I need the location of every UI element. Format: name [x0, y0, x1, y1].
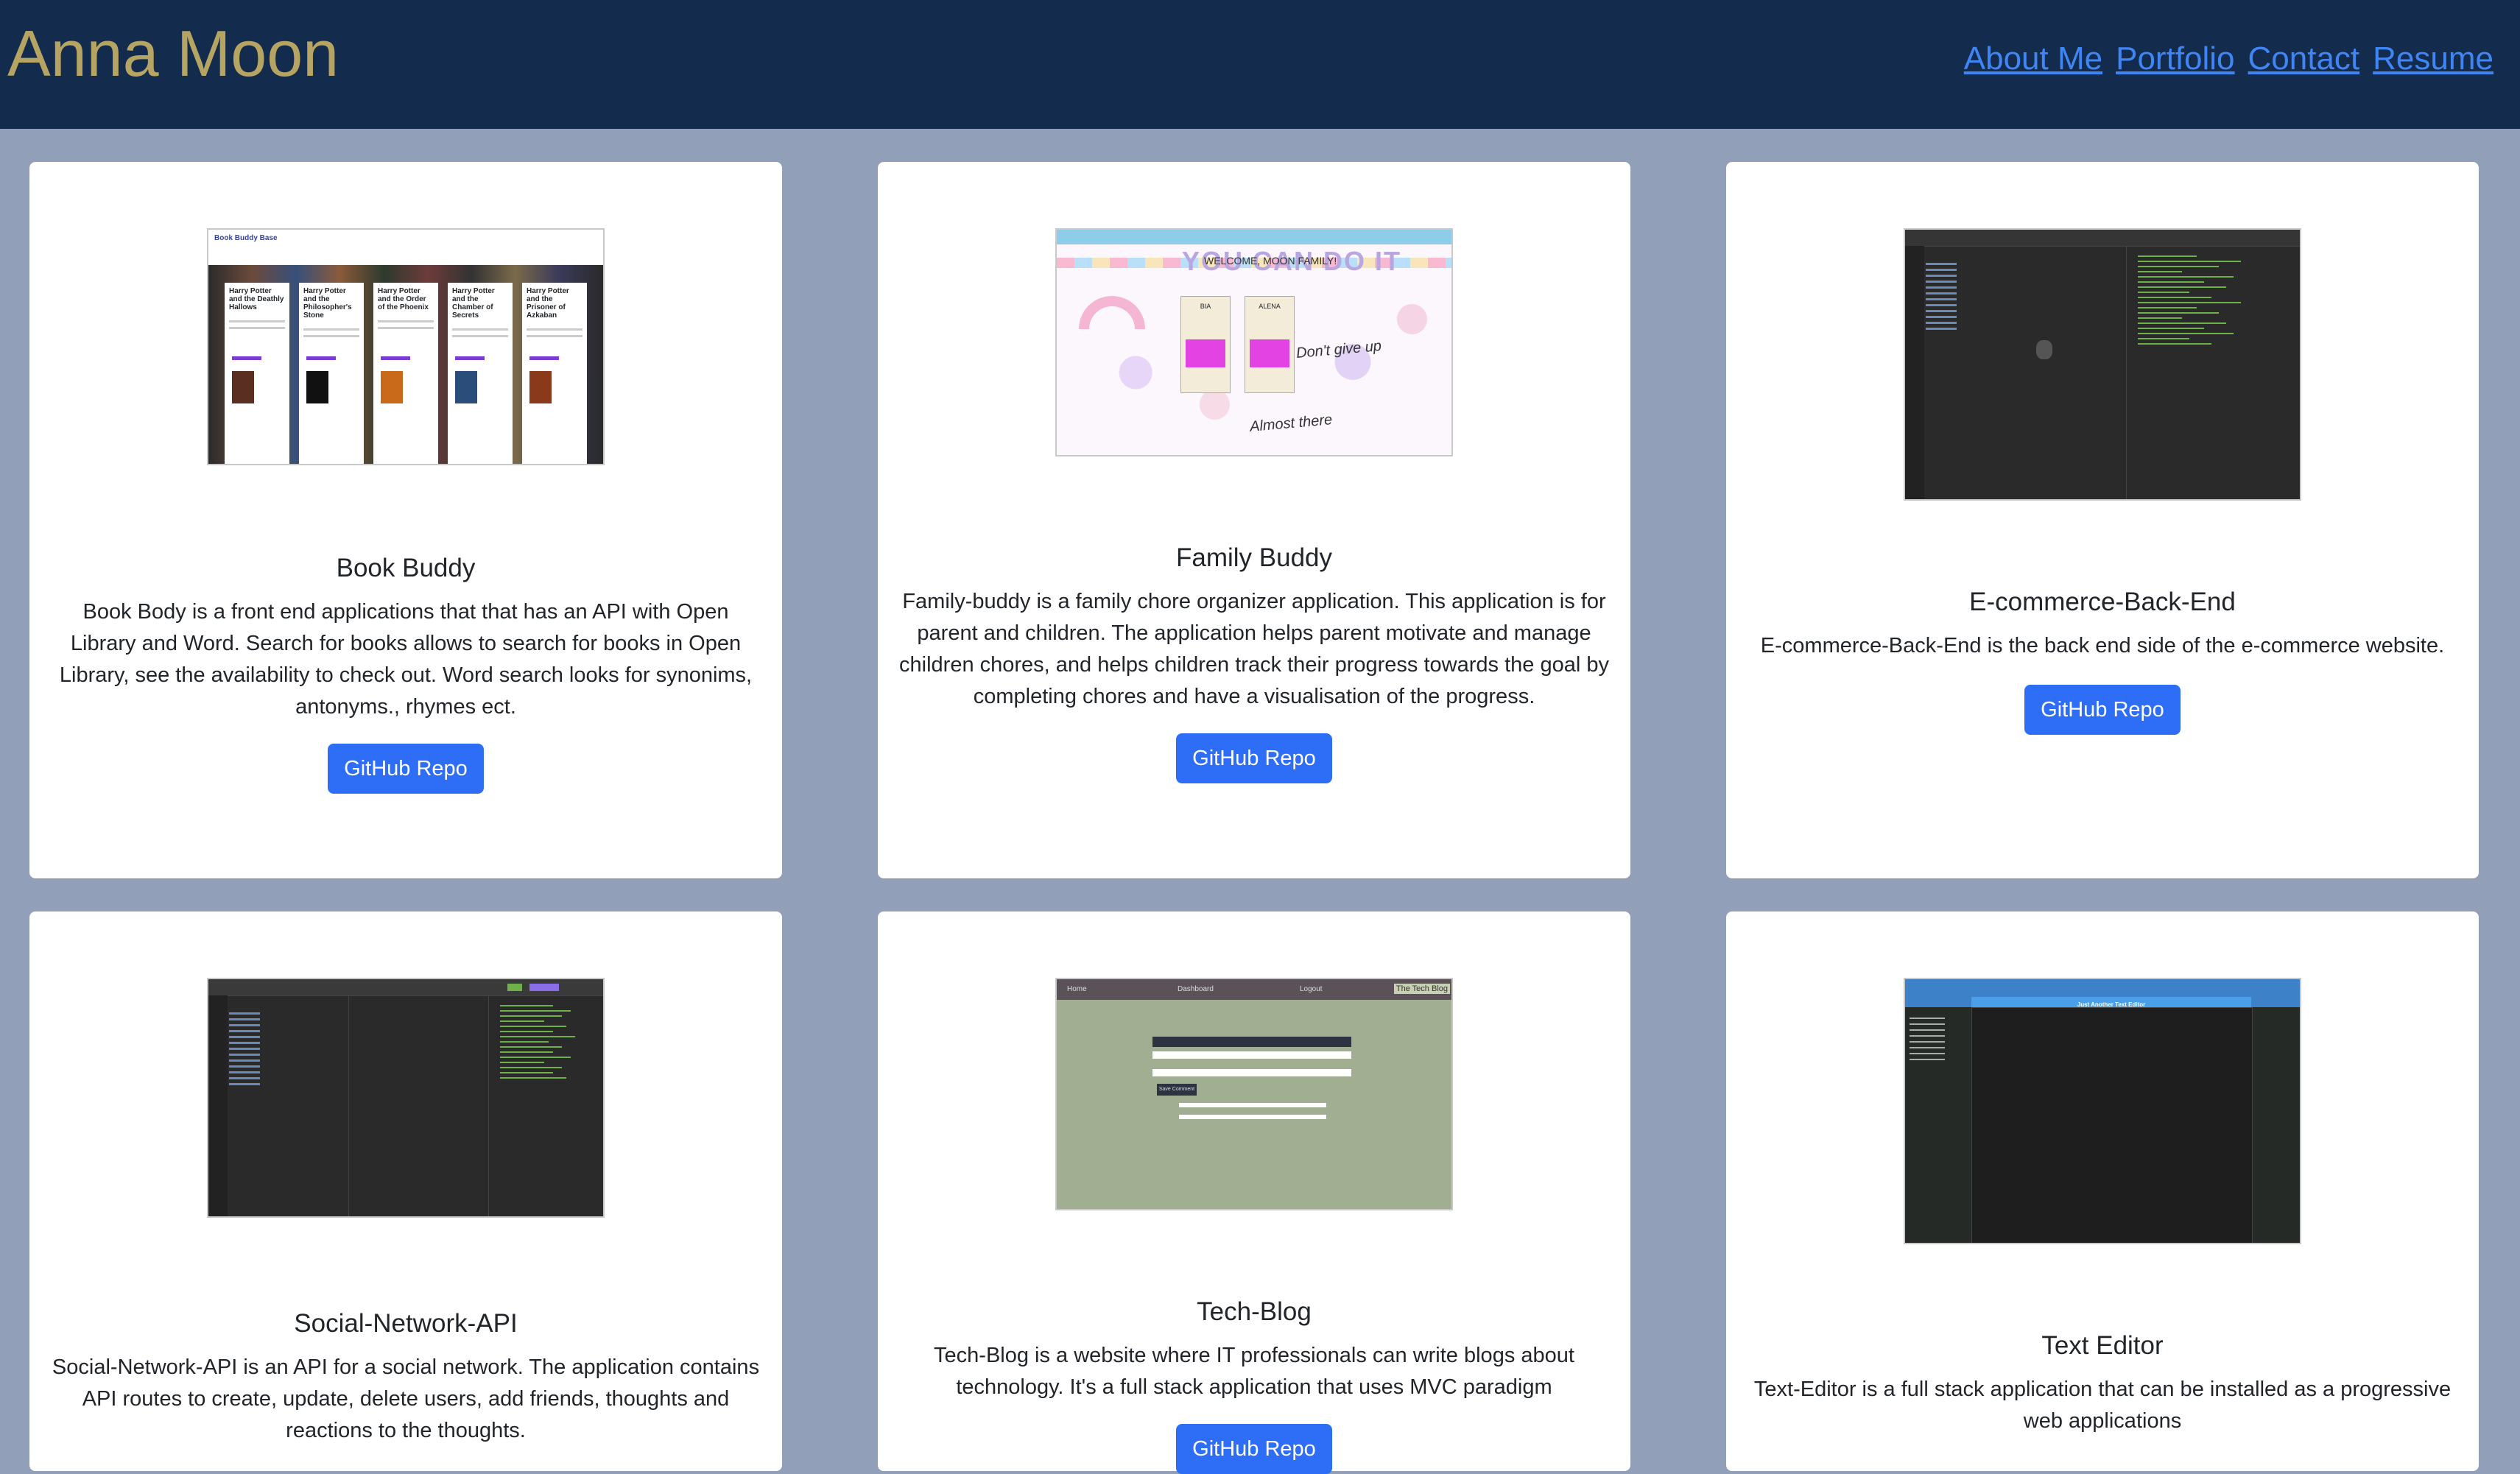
github-repo-button[interactable]: GitHub Repo: [328, 744, 484, 794]
project-title: Book Buddy: [336, 554, 476, 582]
thumb-bookshelf-background: Harry Potter and the Deathly Hallows Har…: [208, 265, 603, 464]
thumb-file-tree: [229, 1009, 273, 1089]
project-title: Social-Network-API: [294, 1309, 518, 1338]
nav-contact[interactable]: Contact: [2248, 35, 2360, 82]
thumb-phrase: Don't give up: [1295, 337, 1382, 362]
nav-resume[interactable]: Resume: [2373, 35, 2493, 82]
thumb-code-pane: [2138, 252, 2285, 348]
thumb-nav-home: Home: [1067, 985, 1087, 993]
thumb-top-bar: [1057, 230, 1451, 244]
thumb-nav-bar: Home Dashboard Logout The Tech Blog: [1057, 979, 1451, 1000]
thumb-book-card: Harry Potter and the Prisoner of Azkaban: [522, 283, 587, 464]
nav-portfolio[interactable]: Portfolio: [2116, 35, 2234, 82]
project-title: Text Editor: [2041, 1331, 2164, 1360]
thumb-editor-sidebar: [208, 995, 228, 1216]
site-header: Anna Moon About Me Portfolio Contact Res…: [0, 0, 2520, 129]
project-description: E-commerce-Back-End is the back end side…: [1760, 634, 2445, 657]
thumb-page-body: Save Comment: [1057, 1000, 1451, 1209]
nav-about-me[interactable]: About Me: [1964, 35, 2102, 82]
thumb-comment-form: Save Comment: [1152, 1037, 1351, 1126]
thumb-pane-divider: [488, 995, 489, 1216]
thumb-child-card: ALENA: [1245, 296, 1295, 393]
thumb-editor-pane: [1971, 1007, 2253, 1243]
thumb-book-card: Harry Potter and the Order of the Phoeni…: [373, 283, 438, 464]
github-repo-button[interactable]: GitHub Repo: [1176, 1424, 1332, 1474]
project-card-tech-blog: Home Dashboard Logout The Tech Blog Save…: [878, 911, 1630, 1474]
thumb-book-card: Harry Potter and the Deathly Hallows: [225, 283, 289, 464]
project-card-family-buddy: YOU CAN DO IT WELCOME, MOON FAMILY! BIA …: [878, 162, 1630, 878]
thumb-save-button: Save Comment: [1157, 1084, 1197, 1096]
thumb-child-card: BIA: [1180, 296, 1231, 393]
thumb-file-tree: [1926, 259, 1970, 334]
thumb-pane-divider: [2126, 246, 2127, 499]
project-card-social-network-api: Social-Network-API Social-Network-API is…: [29, 911, 782, 1471]
thumb-dashboard: YOU CAN DO IT WELCOME, MOON FAMILY! BIA …: [1057, 244, 1451, 455]
project-title: E-commerce-Back-End: [1969, 588, 2236, 616]
project-description: Text-Editor is a full stack application …: [1753, 1378, 2452, 1433]
thumb-book-card: Harry Potter and the Chamber of Secrets: [448, 283, 513, 464]
thumb-pane-divider: [348, 995, 349, 1216]
site-title: Anna Moon: [7, 17, 339, 90]
tech-blog-screenshot: Home Dashboard Logout The Tech Blog Save…: [1055, 978, 1453, 1210]
thumb-brand: The Tech Blog: [1393, 984, 1450, 994]
github-repo-button[interactable]: GitHub Repo: [2024, 685, 2181, 735]
book-buddy-screenshot: Book Buddy Base Harry Potter and the Dea…: [207, 228, 605, 465]
thumb-app-title: Book Buddy Base: [214, 234, 278, 242]
project-description: Family-buddy is a family chore organizer…: [899, 590, 1609, 708]
thumb-nav-dashboard: Dashboard: [1178, 985, 1214, 993]
github-repo-button[interactable]: GitHub Repo: [1176, 733, 1332, 783]
e-commerce-screenshot: [1904, 228, 2301, 501]
bug-icon: [2036, 340, 2052, 359]
project-card-text-editor: Just Another Text Editor Text Editor Tex…: [1726, 911, 2479, 1471]
text-editor-screenshot: Just Another Text Editor: [1904, 978, 2301, 1244]
thumb-book-card: Harry Potter and the Philosopher's Stone: [299, 283, 364, 464]
project-description: Social-Network-API is an API for a socia…: [52, 1355, 760, 1442]
main-nav: About Me Portfolio Contact Resume: [1964, 35, 2493, 82]
thumb-rainbow: [1079, 296, 1145, 329]
project-card-e-commerce-back-end: E-commerce-Back-End E-commerce-Back-End …: [1726, 162, 2479, 878]
thumb-app-bar: Book Buddy Base: [208, 230, 603, 266]
project-description: Book Body is a front end applications th…: [59, 600, 753, 719]
thumb-editor-toolbar: [208, 979, 603, 996]
project-card-book-buddy: Book Buddy Base Harry Potter and the Dea…: [29, 162, 782, 878]
project-title: Family Buddy: [1175, 543, 1333, 572]
social-network-screenshot: [207, 978, 605, 1218]
thumb-code-pane: [500, 1001, 588, 1082]
family-buddy-screenshot: YOU CAN DO IT WELCOME, MOON FAMILY! BIA …: [1055, 228, 1453, 456]
thumb-welcome: WELCOME, MOON FAMILY!: [1204, 255, 1337, 267]
thumb-editor-sidebar: [1905, 246, 1924, 499]
project-title: Tech-Blog: [1197, 1297, 1312, 1326]
project-description: Tech-Blog is a website where IT professi…: [934, 1344, 1574, 1399]
thumb-editor-toolbar: [1905, 230, 2300, 247]
thumb-code-lines: [1910, 1013, 1968, 1065]
thumb-nav-logout: Logout: [1300, 985, 1323, 993]
thumb-app-header: Just Another Text Editor: [1971, 997, 2251, 1008]
thumb-phrase: Almost there: [1249, 412, 1333, 435]
